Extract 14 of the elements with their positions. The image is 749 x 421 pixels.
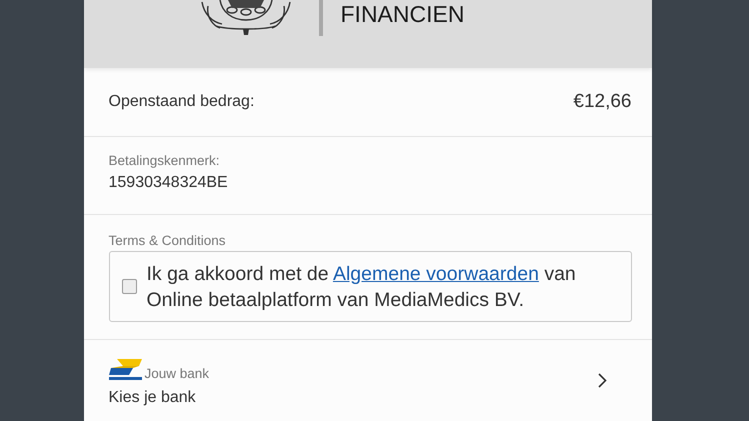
terms-label: Terms & Conditions — [108, 233, 227, 248]
amount-value: €12,66 — [573, 91, 632, 113]
ministry-title: FINANCIEN — [340, 1, 464, 27]
bank-logo-icon — [108, 358, 142, 380]
terms-agreement-text: Ik ga akkoord met de Algemene voorwaarden van Online betaalplatform van MediaMedics BV. — [146, 262, 577, 312]
amount-label: Openstaand bedrag: — [108, 93, 254, 111]
reference-value: 15930348324BE — [108, 174, 229, 192]
bank-select[interactable]: Jouw bank Kies je bank — [84, 340, 652, 421]
bank-value: Kies je bank — [108, 388, 197, 406]
chevron-icon — [598, 373, 606, 388]
terms-checkbox[interactable] — [122, 279, 136, 294]
terms-link[interactable]: Algemene voorwaarden — [332, 262, 539, 284]
bank-label: Jouw bank — [144, 366, 210, 380]
reference-label: Betalingskenmerk: — [108, 153, 221, 168]
